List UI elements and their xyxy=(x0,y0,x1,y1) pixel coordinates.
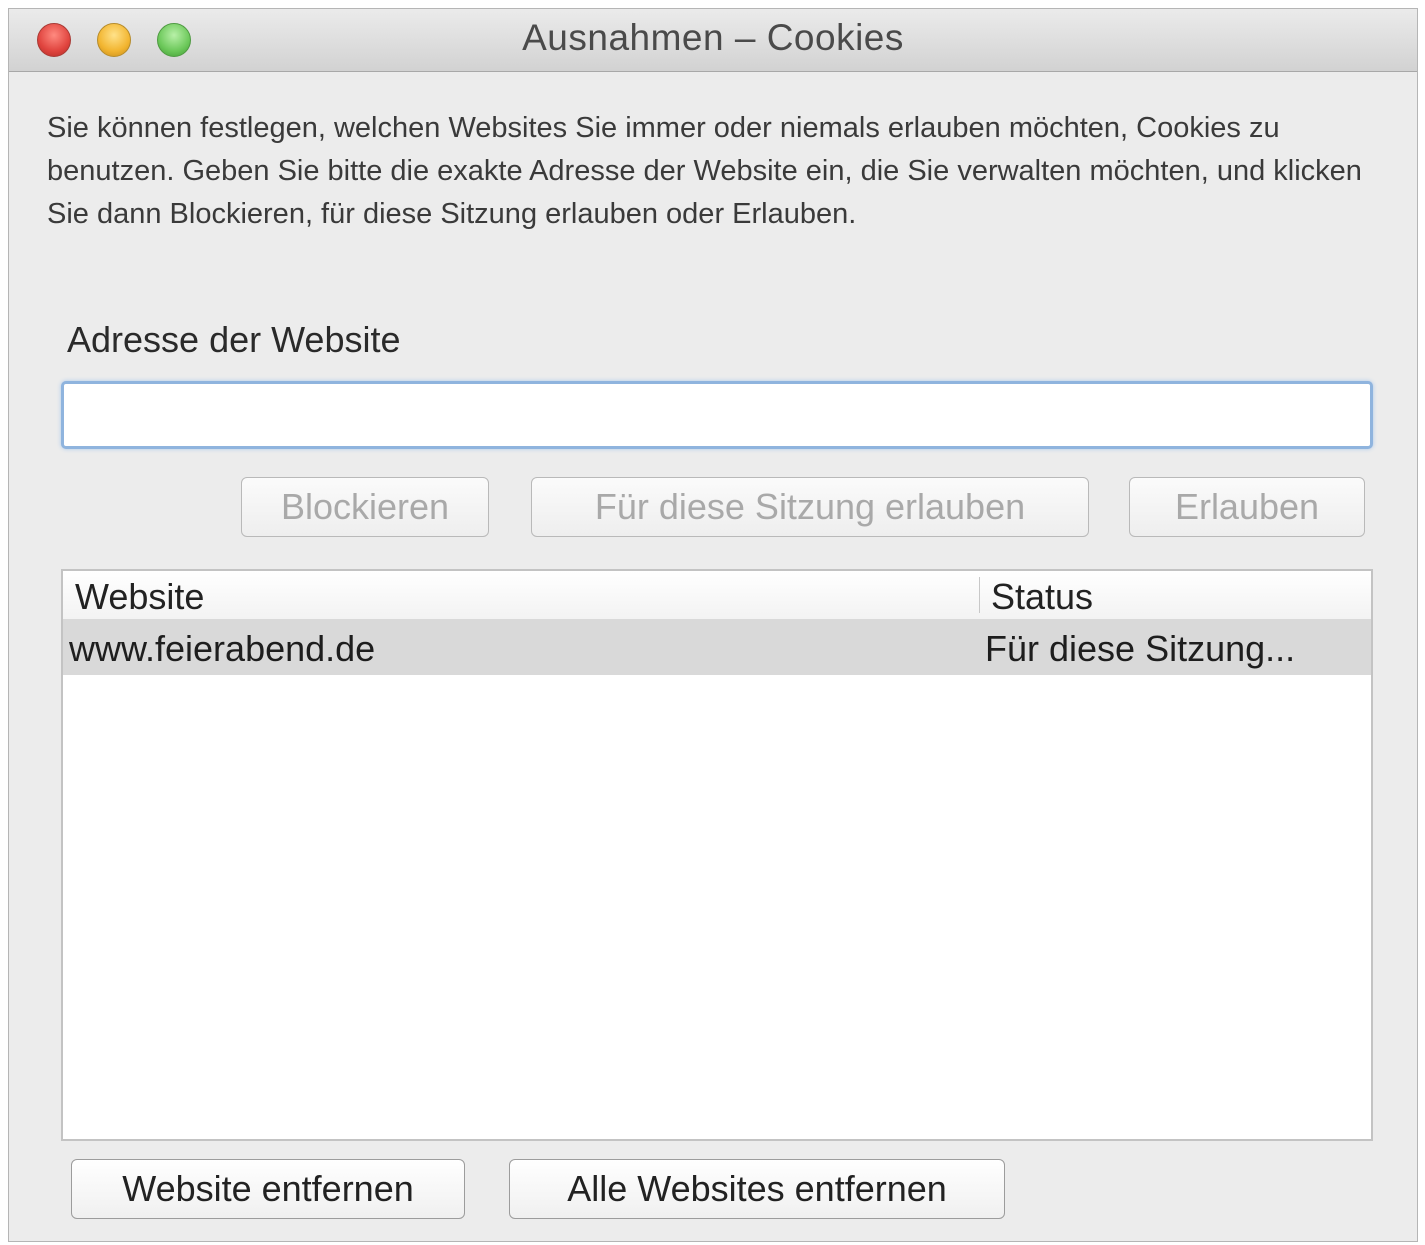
table-header: Website Status xyxy=(63,571,1371,620)
column-header-status[interactable]: Status xyxy=(991,571,1093,619)
row-status-cell: Für diese Sitzung... xyxy=(985,628,1296,669)
allow-button[interactable]: Erlauben xyxy=(1129,477,1365,537)
block-button[interactable]: Blockieren xyxy=(241,477,489,537)
title-bar[interactable]: Ausnahmen – Cookies xyxy=(9,9,1417,72)
column-header-website[interactable]: Website xyxy=(75,571,204,619)
address-label: Adresse der Website xyxy=(67,319,401,360)
instructions-text: Sie können festlegen, welchen Websites S… xyxy=(47,112,1362,230)
remove-all-websites-button[interactable]: Alle Websites entfernen xyxy=(509,1159,1005,1219)
exceptions-table[interactable]: Website Status www.feierabend.de Für die… xyxy=(61,569,1373,1141)
window-title: Ausnahmen – Cookies xyxy=(522,17,904,58)
row-website-cell: www.feierabend.de xyxy=(69,628,376,669)
cookie-exceptions-window: Ausnahmen – Cookies Sie können festlegen… xyxy=(8,8,1418,1242)
allow-session-button[interactable]: Für diese Sitzung erlauben xyxy=(531,477,1089,537)
column-divider[interactable] xyxy=(979,577,980,613)
table-row[interactable]: www.feierabend.de Für diese Sitzung... xyxy=(63,619,1371,675)
remove-website-button[interactable]: Website entfernen xyxy=(71,1159,465,1219)
address-input[interactable] xyxy=(61,381,1373,449)
